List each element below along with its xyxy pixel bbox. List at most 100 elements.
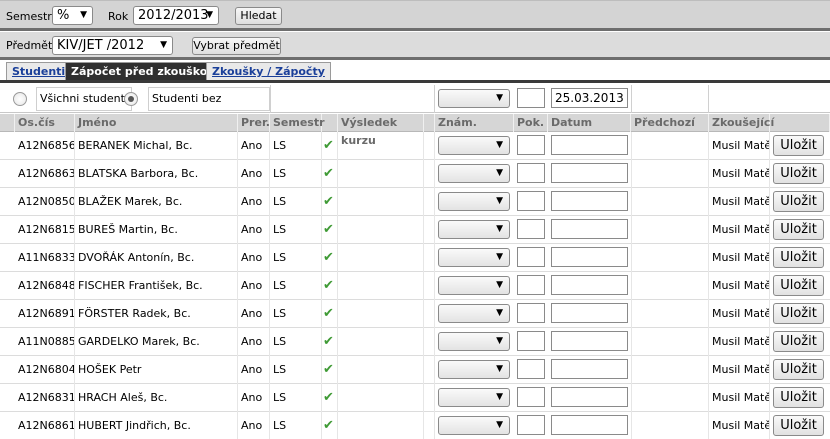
cell-check: ✔	[322, 132, 338, 160]
grade-select[interactable]: ▼	[438, 388, 510, 407]
cell-os-cislo: A11N6833P	[15, 244, 75, 272]
table-row: A12N6815KBUREŠ Martin, Bc.AnoLS✔ ▼ Musil M…	[0, 216, 830, 244]
cell-examiner: Musil Matěj	[709, 132, 770, 160]
grade-select[interactable]: ▼	[438, 332, 510, 351]
save-button[interactable]: Uložit	[773, 163, 824, 184]
date-input[interactable]	[551, 191, 628, 211]
table-row: A11N6833PDVOŘÁK Antonín, Bc.AnoLS✔ ▼ Musil…	[0, 244, 830, 272]
select-subject-button[interactable]: Vybrat předmět	[192, 37, 281, 55]
date-input[interactable]	[551, 247, 628, 267]
cell-course-result	[338, 356, 424, 384]
rok-select[interactable]: 2012/2013 ▼	[133, 6, 219, 25]
date-input[interactable]	[551, 135, 628, 155]
pok-input[interactable]	[517, 415, 545, 435]
cell-os-cislo: A12N6861P	[15, 412, 75, 439]
pok-input[interactable]	[517, 219, 545, 239]
subject-select[interactable]: KIV/JET /2012 ▼	[52, 36, 173, 55]
cell-prerequisite: Ano	[238, 132, 270, 160]
unrated-students-radio[interactable]	[124, 92, 138, 106]
date-input[interactable]	[551, 163, 628, 183]
date-input[interactable]	[551, 303, 628, 323]
grade-select[interactable]: ▼	[438, 136, 510, 155]
date-input[interactable]	[551, 219, 628, 239]
cell-spacer	[424, 300, 435, 328]
table-row: A12N6848PFISCHER František, Bc.AnoLS✔ ▼ Mu…	[0, 272, 830, 300]
chevron-down-icon: ▼	[496, 168, 503, 178]
bulk-date-input[interactable]: 25.03.2013	[551, 88, 628, 108]
grade-select[interactable]: ▼	[438, 164, 510, 183]
pok-input[interactable]	[517, 275, 545, 295]
save-button[interactable]: Uložit	[773, 191, 824, 212]
cell-course-result	[338, 384, 424, 412]
table-row: A12N6804KHOŠEK PetrAnoLS✔ ▼ Musil MatějUlo…	[0, 356, 830, 384]
checkmark-icon: ✔	[323, 250, 334, 265]
table-row: A12N6891KFÖRSTER Radek, Bc.AnoLS✔ ▼ Musil …	[0, 300, 830, 328]
pok-input[interactable]	[517, 359, 545, 379]
pok-input[interactable]	[517, 247, 545, 267]
cell-spacer	[424, 132, 435, 160]
grade-select[interactable]: ▼	[438, 248, 510, 267]
all-students-radio[interactable]	[13, 92, 27, 106]
cell-semestr: LS	[270, 244, 322, 272]
date-input[interactable]	[551, 387, 628, 407]
pok-input[interactable]	[517, 135, 545, 155]
cell-semestr: LS	[270, 188, 322, 216]
pok-input[interactable]	[517, 163, 545, 183]
date-input[interactable]	[551, 359, 628, 379]
cell-check: ✔	[322, 216, 338, 244]
cell-os-cislo: A11N0885P	[15, 328, 75, 356]
grade-select[interactable]: ▼	[438, 276, 510, 295]
cell-prerequisite: Ano	[238, 356, 270, 384]
cell-semestr: LS	[270, 160, 322, 188]
column-header-prer: Prer.	[238, 114, 270, 132]
semestr-select[interactable]: % ▼	[52, 6, 93, 25]
save-button[interactable]: Uložit	[773, 331, 824, 352]
save-button[interactable]: Uložit	[773, 359, 824, 380]
save-button[interactable]: Uložit	[773, 275, 824, 296]
save-button[interactable]: Uložit	[773, 247, 824, 268]
date-input[interactable]	[551, 415, 628, 435]
cell-os-cislo: A12N6863P	[15, 160, 75, 188]
pok-input[interactable]	[517, 303, 545, 323]
table-row: A12N6863PBLATSKA Barbora, Bc.AnoLS✔ ▼ Musi…	[0, 160, 830, 188]
bulk-pok-input[interactable]	[517, 88, 545, 108]
date-input[interactable]	[551, 275, 628, 295]
cell-check: ✔	[322, 272, 338, 300]
date-input[interactable]	[551, 331, 628, 351]
pok-input[interactable]	[517, 387, 545, 407]
cell-os-cislo: A12N6831P	[15, 384, 75, 412]
tab-studenti[interactable]: Studenti	[6, 62, 72, 81]
save-button[interactable]: Uložit	[773, 219, 824, 240]
cell-semestr: LS	[270, 216, 322, 244]
checkmark-icon: ✔	[323, 222, 334, 237]
cell-prerequisite: Ano	[238, 384, 270, 412]
cell-spacer	[424, 356, 435, 384]
column-header-check	[322, 114, 338, 132]
grade-select[interactable]: ▼	[438, 360, 510, 379]
pok-input[interactable]	[517, 331, 545, 351]
search-button[interactable]: Hledat	[235, 7, 282, 25]
bulk-filter-row: Všichni studenti Studenti bez hodnocení …	[0, 85, 830, 127]
save-button[interactable]: Uložit	[773, 387, 824, 408]
chevron-down-icon: ▼	[206, 10, 213, 20]
cell-examiner: Musil Matěj	[709, 356, 770, 384]
cell-student-name: FÖRSTER Radek, Bc.	[75, 300, 238, 328]
rok-label: Rok	[108, 10, 129, 23]
grade-select[interactable]: ▼	[438, 220, 510, 239]
grade-select[interactable]: ▼	[438, 304, 510, 323]
chevron-down-icon: ▼	[496, 420, 503, 430]
checkmark-icon: ✔	[323, 306, 334, 321]
cell-previous	[631, 160, 709, 188]
cell-prerequisite: Ano	[238, 412, 270, 439]
pok-input[interactable]	[517, 191, 545, 211]
save-button[interactable]: Uložit	[773, 415, 824, 436]
cell-check: ✔	[322, 160, 338, 188]
cell-prerequisite: Ano	[238, 188, 270, 216]
grade-select[interactable]: ▼	[438, 416, 510, 435]
bulk-grade-select[interactable]: ▼	[438, 89, 510, 108]
tab-zkousky-zapocty[interactable]: Zkoušky / Zápočty	[206, 62, 331, 81]
tab-zapocet-pred-zkouskou[interactable]: Zápočet před zkouškou	[65, 62, 222, 81]
grade-select[interactable]: ▼	[438, 192, 510, 211]
save-button[interactable]: Uložit	[773, 303, 824, 324]
save-button[interactable]: Uložit	[773, 135, 824, 156]
